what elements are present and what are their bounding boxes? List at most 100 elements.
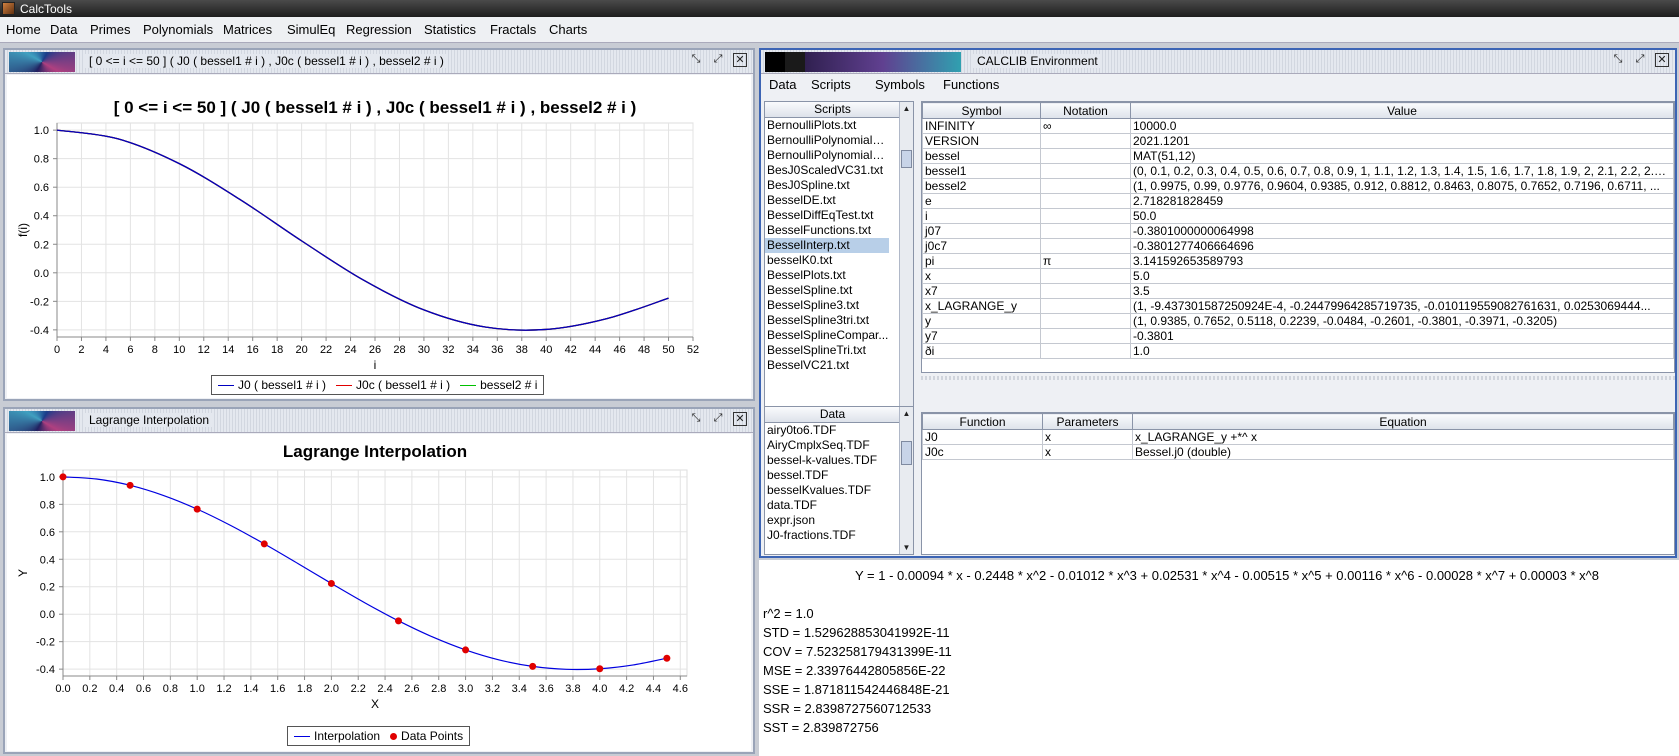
notation-cell[interactable]: ∞ — [1040, 118, 1131, 134]
script-list-item[interactable]: BesJ0Spline.txt — [765, 178, 889, 193]
functions-col-equation[interactable]: Equation — [1132, 413, 1674, 430]
script-list-item[interactable]: BesselDE.txt — [765, 193, 889, 208]
symbol-row[interactable]: i 50.0 — [922, 208, 1674, 224]
maximize-icon[interactable]: ⤢ — [1633, 53, 1647, 67]
value-cell[interactable]: -0.3801 — [1130, 328, 1674, 344]
data-file-list-item[interactable]: bessel.TDF — [765, 468, 889, 483]
data-file-list-item[interactable]: besselKvalues.TDF — [765, 483, 889, 498]
function-cell[interactable]: J0c — [922, 444, 1043, 460]
script-list-item[interactable]: BesselSplineTri.txt — [765, 343, 889, 358]
symbols-col-notation[interactable]: Notation — [1040, 102, 1131, 119]
menu-data[interactable]: Data — [50, 22, 77, 37]
script-list-item[interactable]: BesselInterp.txt — [765, 238, 889, 253]
close-icon[interactable]: ✕ — [733, 412, 747, 426]
data-file-list-item[interactable]: AiryCmplxSeq.TDF — [765, 438, 889, 453]
data-file-list-item[interactable]: bessel-k-values.TDF — [765, 453, 889, 468]
symbol-row[interactable]: e 2.718281828459 — [922, 193, 1674, 209]
value-cell[interactable]: 3.141592653589793 — [1130, 253, 1674, 269]
symbol-row[interactable]: bessel MAT(51,12) — [922, 148, 1674, 164]
scroll-down-icon[interactable]: ▼ — [900, 541, 913, 554]
value-cell[interactable]: -0.3801277406664696 — [1130, 238, 1674, 254]
script-list-item[interactable]: BesselVC21.txt — [765, 358, 889, 373]
symbol-cell[interactable]: j07 — [922, 223, 1041, 239]
notation-cell[interactable]: π — [1040, 253, 1131, 269]
menu-home[interactable]: Home — [6, 22, 41, 37]
symbol-cell[interactable]: y7 — [922, 328, 1041, 344]
function-row[interactable]: J0c x Bessel.j0 (double) — [922, 444, 1674, 460]
notation-cell[interactable] — [1040, 208, 1131, 224]
symbol-cell[interactable]: i — [922, 208, 1041, 224]
notation-cell[interactable] — [1040, 298, 1131, 314]
script-list-item[interactable]: BesselSpline3.txt — [765, 298, 889, 313]
symbol-cell[interactable]: bessel — [922, 148, 1041, 164]
value-cell[interactable]: (1, -9.437301587250924E-4, -0.2447996428… — [1130, 298, 1674, 314]
symbol-cell[interactable]: j0c7 — [922, 238, 1041, 254]
notation-cell[interactable] — [1040, 283, 1131, 299]
script-list-item[interactable]: BernoulliPlots.txt — [765, 118, 889, 133]
scroll-thumb[interactable] — [901, 150, 912, 168]
symbols-col-value[interactable]: Value — [1130, 102, 1674, 119]
value-cell[interactable]: 2.718281828459 — [1130, 193, 1674, 209]
value-cell[interactable]: 1.0 — [1130, 343, 1674, 359]
symbol-cell[interactable]: bessel1 — [922, 163, 1041, 179]
symbol-cell[interactable]: ði — [922, 343, 1041, 359]
menu-statistics[interactable]: Statistics — [424, 22, 476, 37]
script-list-item[interactable]: BesselPlots.txt — [765, 268, 889, 283]
equation-cell[interactable]: Bessel.j0 (double) — [1132, 444, 1674, 460]
symbol-cell[interactable]: x7 — [922, 283, 1041, 299]
notation-cell[interactable] — [1040, 148, 1131, 164]
symbol-row[interactable]: pi π 3.141592653589793 — [922, 253, 1674, 269]
scroll-thumb[interactable] — [901, 441, 912, 465]
symbol-cell[interactable]: x — [922, 268, 1041, 284]
scripts-scrollbar[interactable]: ▲ ▼ — [899, 102, 913, 440]
symbol-row[interactable]: y (1, 0.9385, 0.7652, 0.5118, 0.2239, -0.… — [922, 313, 1674, 329]
notation-cell[interactable] — [1040, 313, 1131, 329]
calclib-menu-scripts[interactable]: Scripts — [811, 77, 851, 92]
notation-cell[interactable] — [1040, 343, 1131, 359]
menu-matrices[interactable]: Matrices — [223, 22, 272, 37]
notation-cell[interactable] — [1040, 223, 1131, 239]
symbol-cell[interactable]: pi — [922, 253, 1041, 269]
script-list-item[interactable]: BesselSplineCompar... — [765, 328, 889, 343]
symbol-row[interactable]: ði 1.0 — [922, 343, 1674, 359]
symbol-cell[interactable]: INFINITY — [922, 118, 1041, 134]
symbol-cell[interactable]: VERSION — [922, 133, 1041, 149]
data-file-list-item[interactable]: J0-fractions.TDF — [765, 528, 889, 543]
value-cell[interactable]: (0, 0.1, 0.2, 0.3, 0.4, 0.5, 0.6, 0.7, 0… — [1130, 163, 1674, 179]
script-list-item[interactable]: BernoulliPolynomialR... — [765, 148, 889, 163]
calclib-menu-data[interactable]: Data — [769, 77, 796, 92]
data-file-list-item[interactable]: airy0to6.TDF — [765, 423, 889, 438]
notation-cell[interactable] — [1040, 163, 1131, 179]
script-list-item[interactable]: BernoulliPolynomialD... — [765, 133, 889, 148]
close-icon[interactable]: ✕ — [733, 53, 747, 67]
value-cell[interactable]: 2021.1201 — [1130, 133, 1674, 149]
menu-regression[interactable]: Regression — [346, 22, 412, 37]
script-list-item[interactable]: BesselFunctions.txt — [765, 223, 889, 238]
symbol-row[interactable]: INFINITY ∞ 10000.0 — [922, 118, 1674, 134]
notation-cell[interactable] — [1040, 133, 1131, 149]
scroll-up-icon[interactable]: ▲ — [900, 407, 913, 420]
symbol-row[interactable]: j0c7 -0.3801277406664696 — [922, 238, 1674, 254]
symbol-row[interactable]: x7 3.5 — [922, 283, 1674, 299]
lagrange-window-titlebar[interactable]: Lagrange Interpolation ⤡ ⤢ ✕ — [5, 409, 753, 433]
menu-charts[interactable]: Charts — [549, 22, 587, 37]
menu-simuleq[interactable]: SimulEq — [287, 22, 335, 37]
symbol-cell[interactable]: x_LAGRANGE_y — [922, 298, 1041, 314]
close-icon[interactable]: ✕ — [1655, 53, 1669, 67]
symbol-row[interactable]: bessel1 (0, 0.1, 0.2, 0.3, 0.4, 0.5, 0.6,… — [922, 163, 1674, 179]
minimize-icon[interactable]: ⤡ — [1611, 53, 1625, 67]
symbol-row[interactable]: y7 -0.3801 — [922, 328, 1674, 344]
calclib-menu-functions[interactable]: Functions — [943, 77, 999, 92]
value-cell[interactable]: (1, 0.9975, 0.99, 0.9776, 0.9604, 0.9385… — [1130, 178, 1674, 194]
script-list-item[interactable]: besselK0.txt — [765, 253, 889, 268]
value-cell[interactable]: -0.3801000000064998 — [1130, 223, 1674, 239]
functions-col-parameters[interactable]: Parameters — [1042, 413, 1133, 430]
minimize-icon[interactable]: ⤡ — [689, 412, 703, 426]
calclib-menu-symbols[interactable]: Symbols — [875, 77, 925, 92]
value-cell[interactable]: 5.0 — [1130, 268, 1674, 284]
symbol-row[interactable]: x 5.0 — [922, 268, 1674, 284]
symbols-col-symbol[interactable]: Symbol — [922, 102, 1041, 119]
parameters-cell[interactable]: x — [1042, 444, 1133, 460]
data-scrollbar[interactable]: ▲ ▼ — [899, 407, 913, 554]
menu-primes[interactable]: Primes — [90, 22, 130, 37]
